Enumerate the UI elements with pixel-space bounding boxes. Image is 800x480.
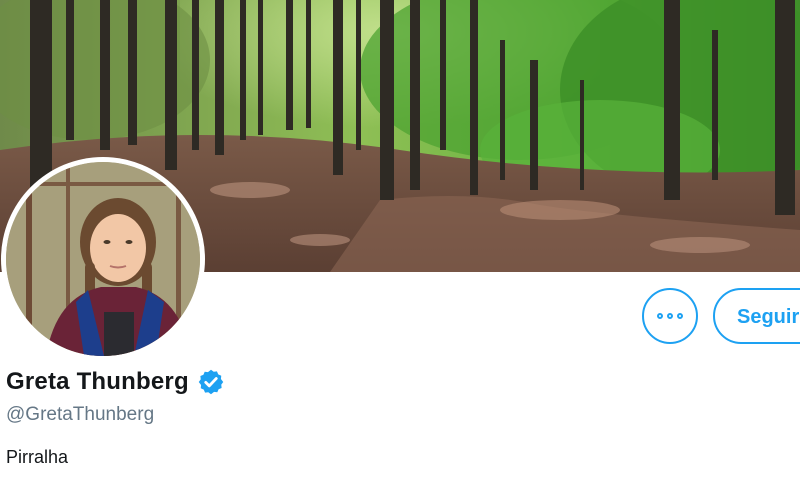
user-handle: @GretaThunberg [6, 404, 155, 425]
bio-text: Pirralha [6, 447, 69, 467]
avatar-photo [6, 162, 200, 356]
more-dots-icon [657, 313, 683, 319]
verified-badge-icon [198, 369, 224, 395]
dot [657, 313, 663, 319]
profile-page: Seguir Greta Thunberg @GretaThunberg Pir… [0, 0, 800, 480]
dot [677, 313, 683, 319]
more-options-button[interactable] [642, 288, 698, 344]
follow-button[interactable]: Seguir [713, 288, 800, 344]
avatar[interactable] [1, 157, 205, 361]
dot [667, 313, 673, 319]
name-row: Greta Thunberg [6, 368, 225, 396]
display-name: Greta Thunberg [6, 368, 189, 395]
